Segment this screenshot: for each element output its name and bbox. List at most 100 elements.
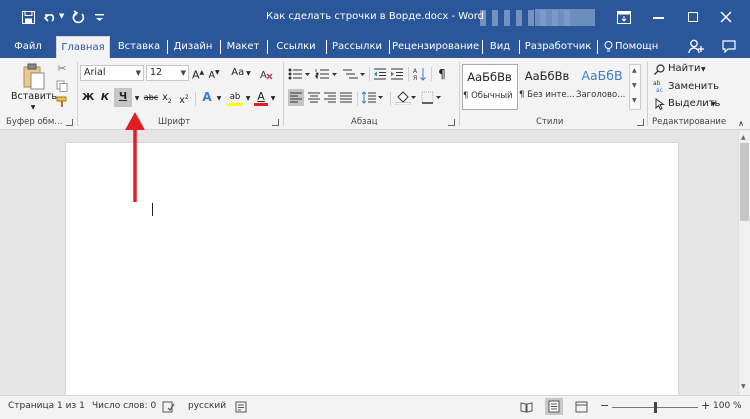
proofing-icon[interactable] <box>162 401 175 413</box>
zoom-in-button[interactable]: + <box>701 399 710 412</box>
chevron-down-icon[interactable]: ▼ <box>244 91 252 107</box>
customize-toolbar-icon[interactable] <box>95 13 104 22</box>
line-spacing-icon[interactable] <box>362 91 386 104</box>
collapse-ribbon-icon[interactable]: ∧ <box>735 116 747 132</box>
styles-gallery-scroll[interactable]: ▲ ▼ ▼ <box>629 64 641 110</box>
paste-icon[interactable] <box>22 63 46 90</box>
font-dialog-launcher[interactable] <box>272 119 279 126</box>
redo-icon[interactable] <box>72 10 85 24</box>
chevron-down-icon[interactable]: ▼ <box>215 91 223 107</box>
zoom-level[interactable]: 100 % <box>713 401 742 411</box>
chevron-up-icon[interactable]: ▲ <box>632 67 637 74</box>
clipboard-dialog-launcher[interactable] <box>66 119 73 126</box>
replace-icon[interactable]: ab ac <box>653 79 666 92</box>
align-left-button[interactable] <box>288 89 304 106</box>
highlight-color-button[interactable]: ab <box>226 89 244 107</box>
tell-me-input[interactable]: Помощн <box>615 36 659 58</box>
tab-separator <box>389 40 390 54</box>
increase-indent-icon[interactable] <box>390 68 404 80</box>
shrink-font-button[interactable]: A▼ <box>208 65 220 84</box>
shading-icon[interactable] <box>395 90 419 105</box>
grow-font-button[interactable]: A▲ <box>192 65 204 84</box>
font-color-button[interactable]: A <box>253 89 269 107</box>
minimize-icon[interactable] <box>653 17 664 19</box>
underline-dropdown-icon[interactable]: ▼ <box>133 91 141 107</box>
bullets-icon[interactable] <box>288 68 314 80</box>
ribbon-display-options-icon[interactable] <box>617 11 631 24</box>
scroll-up-icon[interactable]: ▲ <box>741 134 746 141</box>
underline-button[interactable]: Ч <box>114 88 132 107</box>
macro-record-icon[interactable] <box>235 401 247 413</box>
word-count[interactable]: Число слов: 0 <box>92 401 156 411</box>
bold-button[interactable]: Ж <box>82 90 94 106</box>
tab-insert[interactable]: Вставка <box>114 36 164 58</box>
italic-button[interactable]: К <box>99 90 111 106</box>
vertical-scrollbar[interactable]: ▲ ▼ <box>738 131 750 395</box>
undo-icon[interactable] <box>44 11 58 24</box>
close-icon[interactable] <box>720 11 732 23</box>
styles-dialog-launcher[interactable] <box>637 119 644 126</box>
align-right-icon[interactable] <box>324 92 336 103</box>
style-no-spacing[interactable]: АаБбВв ¶ Без инте... <box>519 64 575 110</box>
undo-dropdown-icon[interactable]: ▼ <box>59 12 64 20</box>
change-case-button[interactable]: Aa ▼ <box>230 65 252 82</box>
align-left-icon <box>290 92 302 103</box>
tab-references[interactable]: Ссылки <box>270 36 322 58</box>
superscript-button[interactable]: x2 <box>178 90 190 109</box>
lightbulb-icon[interactable] <box>604 41 613 53</box>
numbering-icon[interactable] <box>315 68 341 80</box>
tab-file[interactable]: Файл <box>6 36 50 58</box>
print-layout-button[interactable] <box>545 398 563 415</box>
search-icon[interactable] <box>654 64 665 75</box>
borders-icon[interactable] <box>421 91 445 104</box>
find-dropdown-icon[interactable]: ▼ <box>701 62 706 78</box>
tab-design[interactable]: Дизайн <box>170 36 216 58</box>
scroll-thumb[interactable] <box>740 143 749 221</box>
tab-layout[interactable]: Макет <box>223 36 263 58</box>
select-cursor-icon[interactable] <box>655 98 665 110</box>
tab-separator <box>267 40 268 54</box>
paste-dropdown-icon[interactable]: ▼ <box>26 100 40 116</box>
find-button[interactable]: Найти <box>668 61 700 77</box>
justify-icon[interactable] <box>340 92 352 103</box>
format-painter-icon[interactable] <box>56 96 69 108</box>
chevron-down-icon[interactable]: ▼ <box>632 82 637 89</box>
read-mode-icon[interactable] <box>520 401 533 413</box>
tab-home[interactable]: Главная <box>56 36 110 58</box>
tab-mailings[interactable]: Рассылки <box>329 36 385 58</box>
save-icon[interactable] <box>22 11 35 24</box>
scroll-down-icon[interactable]: ▼ <box>741 383 746 390</box>
style-normal[interactable]: АаБбВв ¶ Обычный <box>462 64 518 110</box>
style-heading1[interactable]: АаБбВ Заголово... <box>576 64 628 110</box>
share-icon[interactable] <box>688 39 704 54</box>
cut-icon[interactable]: ✂ <box>55 61 69 77</box>
page-count[interactable]: Страница 1 из 1 <box>8 401 85 411</box>
align-center-icon[interactable] <box>308 92 320 103</box>
select-dropdown-icon[interactable]: ▼ <box>711 97 716 113</box>
font-size-combo[interactable]: 12 ▼ <box>146 65 189 81</box>
show-formatting-button[interactable]: ¶ <box>435 66 449 82</box>
maximize-icon[interactable] <box>688 12 698 22</box>
document-page[interactable] <box>66 143 678 395</box>
web-layout-icon[interactable] <box>575 401 588 413</box>
zoom-out-button[interactable]: − <box>600 399 609 412</box>
decrease-indent-icon[interactable] <box>373 68 387 80</box>
subscript-button[interactable]: x2 <box>161 90 173 110</box>
font-name-combo[interactable]: Arial ▼ <box>80 65 144 81</box>
copy-icon[interactable] <box>56 80 68 92</box>
chevron-down-icon[interactable]: ▼ <box>269 91 277 107</box>
replace-button[interactable]: Заменить <box>668 79 719 95</box>
multilevel-list-icon[interactable] <box>342 68 368 80</box>
tab-review[interactable]: Рецензирование <box>392 36 479 58</box>
strikethrough-button[interactable]: abc <box>143 90 159 106</box>
sort-icon[interactable]: А Я <box>413 67 427 81</box>
tab-view[interactable]: Вид <box>485 36 515 58</box>
zoom-slider-thumb[interactable] <box>653 402 657 413</box>
gallery-more-icon[interactable]: ▼ <box>632 97 637 104</box>
tab-developer[interactable]: Разработчик <box>522 36 594 58</box>
text-effects-button[interactable]: A <box>200 89 214 105</box>
language-indicator[interactable]: русский <box>188 401 226 411</box>
paragraph-dialog-launcher[interactable] <box>448 119 455 126</box>
comments-icon[interactable] <box>722 40 736 53</box>
clear-formatting-icon[interactable]: A <box>260 68 274 80</box>
